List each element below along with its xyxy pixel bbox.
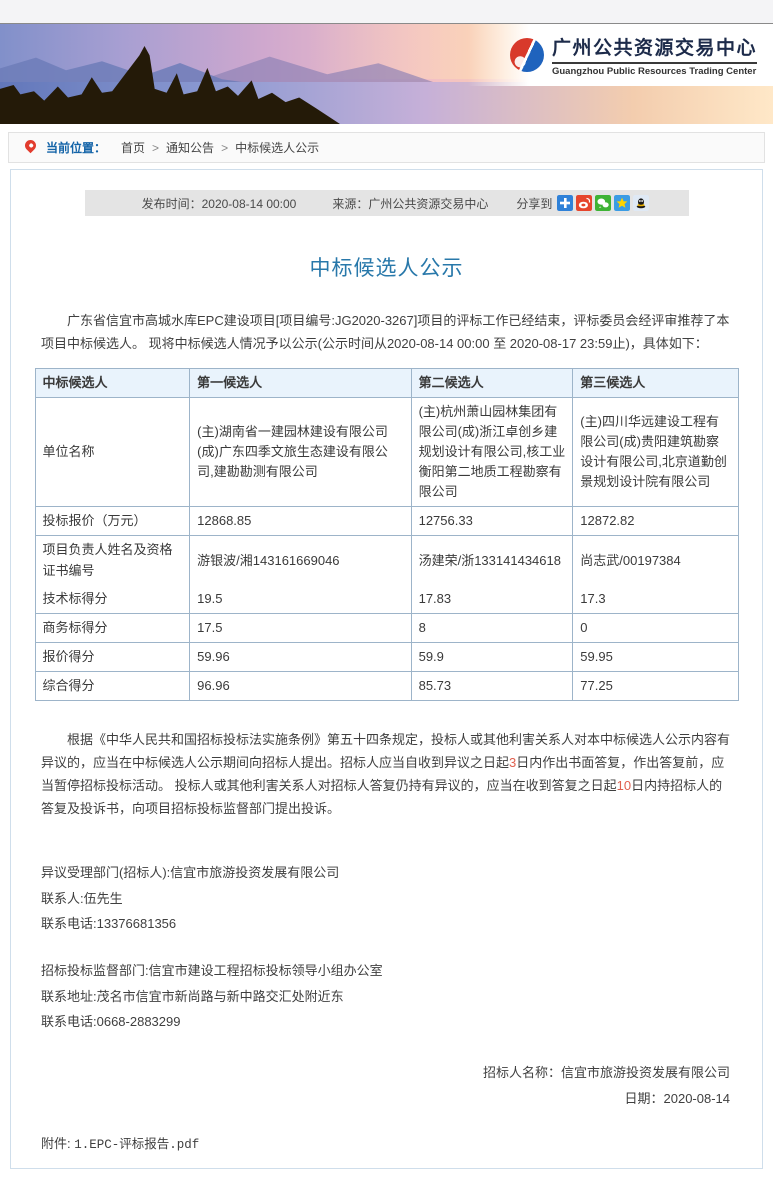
tenderer-name: 招标人名称：信宜市旅游投资发展有限公司	[41, 1060, 730, 1085]
cell-value: 12872.82	[573, 507, 738, 536]
breadcrumb-separator: >	[221, 141, 228, 155]
attachment-block: 附件: 1.EPC-评标报告.pdf	[41, 1133, 732, 1152]
col-header-second: 第二候选人	[411, 368, 573, 397]
site-logo[interactable]: 广州公共资源交易中心 Guangzhou Public Resources Tr…	[468, 24, 773, 86]
col-header-first: 第一候选人	[190, 368, 411, 397]
breadcrumb-separator: >	[152, 141, 159, 155]
weibo-icon[interactable]	[576, 195, 592, 211]
cell-value: 12868.85	[190, 507, 411, 536]
share-label: 分享到	[516, 195, 552, 212]
table-row: 技术标得分 19.5 17.83 17.3	[35, 585, 738, 614]
supervision-department: 招标投标监督部门:信宜市建设工程招标投标领导小组办公室	[41, 958, 732, 983]
breadcrumb-notices-link[interactable]: 通知公告	[166, 139, 214, 156]
cell-value: 0	[573, 613, 738, 642]
signature-block: 招标人名称：信宜市旅游投资发展有限公司 日期：2020-08-14	[41, 1060, 730, 1111]
intro-paragraph: 广东省信宜市高城水库EPC建设项目[项目编号:JG2020-3267]项目的评标…	[41, 310, 732, 356]
publish-time-label: 发布时间：	[142, 197, 202, 211]
table-row: 商务标得分 17.5 8 0	[35, 613, 738, 642]
objection-contact-phone: 联系电话:13376681356	[41, 911, 732, 936]
cell-value: (主)杭州萧山园林集团有限公司(成)浙江卓创乡建规划设计有限公司,核工业衡阳第二…	[411, 397, 573, 507]
row-label: 综合得分	[35, 672, 190, 701]
row-label: 报价得分	[35, 643, 190, 672]
cell-value: 85.73	[411, 672, 573, 701]
row-label: 项目负责人姓名及资格证书编号	[35, 536, 190, 585]
cell-value: 59.95	[573, 643, 738, 672]
article-meta-bar: 发布时间：2020-08-14 00:00 来源：广州公共资源交易中心 分享到	[85, 190, 689, 216]
cell-value: 19.5	[190, 585, 411, 614]
attachment-label: 附件:	[41, 1136, 71, 1151]
share-more-icon[interactable]	[557, 195, 573, 211]
wechat-icon[interactable]	[595, 195, 611, 211]
cell-value: (主)湖南省一建园林建设有限公司(成)广东四季文旅生态建设有限公司,建勘勘测有限…	[190, 397, 411, 507]
row-label: 投标报价（万元）	[35, 507, 190, 536]
table-row: 综合得分 96.96 85.73 77.25	[35, 672, 738, 701]
site-name-zh: 广州公共资源交易中心	[552, 33, 757, 60]
cell-value: 17.3	[573, 585, 738, 614]
breadcrumb: 当前位置： 首页 > 通知公告 > 中标候选人公示	[8, 132, 765, 163]
publish-time-value: 2020-08-14 00:00	[202, 197, 297, 211]
publish-date: 日期：2020-08-14	[41, 1086, 730, 1111]
row-label: 商务标得分	[35, 613, 190, 642]
attachment-file-link[interactable]: 1.EPC-评标报告.pdf	[74, 1138, 199, 1152]
objection-notice: 根据《中华人民共和国招标投标法实施条例》第五十四条规定，投标人或其他利害关系人对…	[41, 729, 732, 820]
cell-value: 17.5	[190, 613, 411, 642]
supervision-address: 联系地址:茂名市信宜市新尚路与新中路交汇处附近东	[41, 984, 732, 1009]
objection-contact-block: 异议受理部门(招标人):信宜市旅游投资发展有限公司 联系人:伍先生 联系电话:1…	[41, 860, 732, 936]
table-row: 报价得分 59.96 59.9 59.95	[35, 643, 738, 672]
table-row: 单位名称 (主)湖南省一建园林建设有限公司(成)广东四季文旅生态建设有限公司,建…	[35, 397, 738, 507]
top-strip	[0, 0, 773, 24]
table-row: 项目负责人姓名及资格证书编号 游银波/湘143161669046 汤建荣/浙13…	[35, 536, 738, 585]
col-header-candidates: 中标候选人	[35, 368, 190, 397]
supervision-contact-block: 招标投标监督部门:信宜市建设工程招标投标领导小组办公室 联系地址:茂名市信宜市新…	[41, 958, 732, 1034]
qq-icon[interactable]	[633, 195, 649, 211]
red-blue-globe-icon	[510, 38, 544, 72]
location-pin-icon	[23, 138, 39, 154]
cell-value: (主)四川华远建设工程有限公司(成)贵阳建筑勘察设计有限公司,北京道勤创景规划设…	[573, 397, 738, 507]
table-header-row: 中标候选人 第一候选人 第二候选人 第三候选人	[35, 368, 738, 397]
breadcrumb-label: 当前位置：	[46, 139, 106, 156]
cell-value: 17.83	[411, 585, 573, 614]
breadcrumb-home-link[interactable]: 首页	[121, 139, 145, 156]
page-title: 中标候选人公示	[11, 252, 762, 282]
col-header-third: 第三候选人	[573, 368, 738, 397]
notice-days-10: 10	[617, 778, 631, 793]
objection-contact-person: 联系人:伍先生	[41, 886, 732, 911]
cell-value: 汤建荣/浙133141434618	[411, 536, 573, 585]
share-bar: 分享到	[516, 195, 649, 212]
cell-value: 59.9	[411, 643, 573, 672]
supervision-phone: 联系电话:0668-2883299	[41, 1009, 732, 1034]
breadcrumb-current: 中标候选人公示	[235, 139, 319, 156]
cell-value: 96.96	[190, 672, 411, 701]
source-label: 来源：	[332, 197, 368, 211]
cell-value: 77.25	[573, 672, 738, 701]
source-value: 广州公共资源交易中心	[368, 197, 488, 211]
cell-value: 8	[411, 613, 573, 642]
row-label: 技术标得分	[35, 585, 190, 614]
cell-value: 游银波/湘143161669046	[190, 536, 411, 585]
objection-department: 异议受理部门(招标人):信宜市旅游投资发展有限公司	[41, 860, 732, 885]
row-label: 单位名称	[35, 397, 190, 507]
candidates-table: 中标候选人 第一候选人 第二候选人 第三候选人 单位名称 (主)湖南省一建园林建…	[35, 368, 739, 702]
qzone-icon[interactable]	[614, 195, 630, 211]
content-panel: 发布时间：2020-08-14 00:00 来源：广州公共资源交易中心 分享到 …	[10, 169, 763, 1169]
cell-value: 59.96	[190, 643, 411, 672]
cell-value: 尚志武/00197384	[573, 536, 738, 585]
table-row: 投标报价（万元） 12868.85 12756.33 12872.82	[35, 507, 738, 536]
site-banner: 广州公共资源交易中心 Guangzhou Public Resources Tr…	[0, 24, 773, 124]
cell-value: 12756.33	[411, 507, 573, 536]
site-name-en: Guangzhou Public Resources Trading Cente…	[552, 62, 757, 77]
